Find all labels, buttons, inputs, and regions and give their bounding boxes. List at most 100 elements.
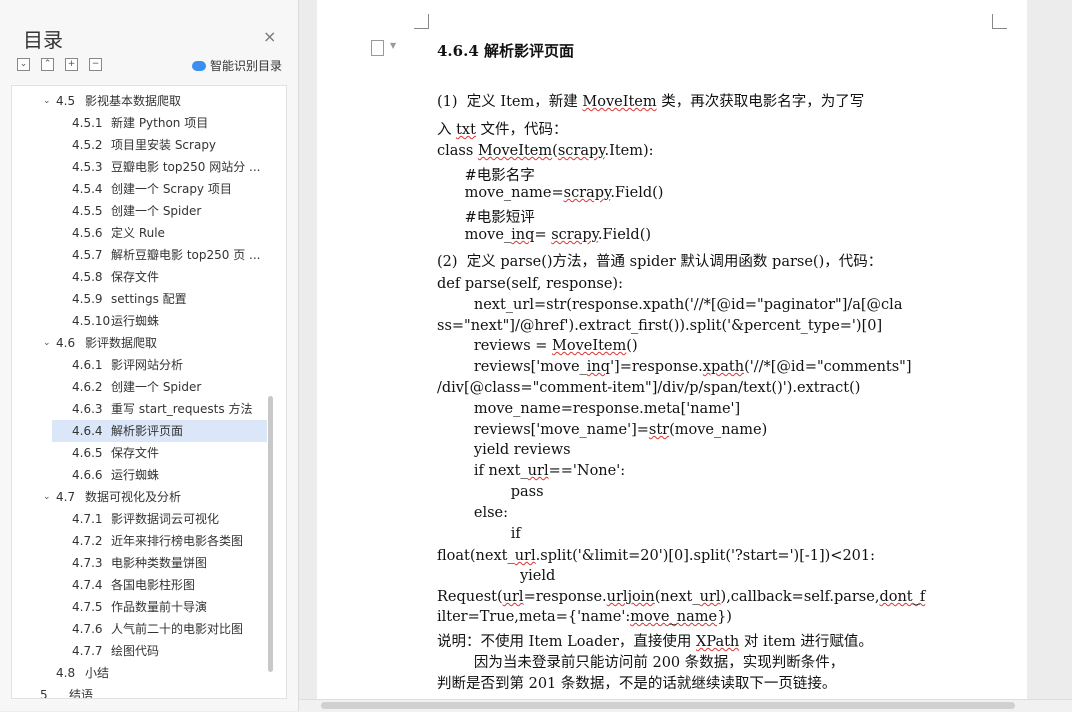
- toc-item-number: 4.5: [56, 94, 76, 108]
- toc-item[interactable]: ⌄ 4.6 影评数据爬取: [12, 332, 272, 354]
- toc-item[interactable]: 4.6.4 解析影评页面: [52, 420, 267, 442]
- toc-item[interactable]: 4.5.6 定义 Rule: [12, 222, 272, 244]
- toc-item[interactable]: 4.5.7 解析豆瓣电影 top250 页 ...: [12, 244, 272, 266]
- toc-item-number: 4.5.8: [72, 270, 103, 284]
- toc-item-number: 4.7.5: [72, 600, 103, 614]
- toc-item-number: 4.7.1: [72, 512, 103, 526]
- toc-item-label: 创建一个 Spider: [111, 380, 202, 394]
- toc-item[interactable]: 4.5.3 豆瓣电影 top250 网站分 ...: [12, 156, 272, 178]
- toc-item-number: 4.6.1: [72, 358, 103, 372]
- toc-item-label: 新建 Python 项目: [111, 116, 209, 130]
- document-line: 判断是否到第 201 条数据，不是的话就继续读取下一页链接。: [437, 676, 837, 692]
- scrollbar-thumb[interactable]: [321, 702, 1015, 709]
- expand-icon[interactable]: ⌄: [17, 58, 30, 71]
- toc-item-label: 保存文件: [111, 270, 160, 284]
- toc-item[interactable]: 4.6.3 重写 start_requests 方法: [12, 398, 272, 420]
- toc-item-label: 创建一个 Scrapy 项目: [111, 182, 232, 196]
- toc-scrollbar[interactable]: [268, 396, 273, 672]
- toc-item[interactable]: 4.7.6 人气前二十的电影对比图: [12, 618, 272, 640]
- toc-item-number: 4.5.9: [72, 292, 103, 306]
- toc-item-number: 4.6.4: [72, 424, 103, 438]
- document-line: #电影短评: [437, 210, 535, 226]
- document-line: move_name=response.meta['name']: [437, 401, 741, 417]
- toc-item[interactable]: 4.6.2 创建一个 Spider: [12, 376, 272, 398]
- toc-item[interactable]: 4.6.1 影评网站分析: [12, 354, 272, 376]
- toc-item[interactable]: 4.5.5 创建一个 Spider: [12, 200, 272, 222]
- toc-item[interactable]: 4.5.2 项目里安装 Scrapy: [12, 134, 272, 156]
- toc-item[interactable]: 4.6.5 保存文件: [12, 442, 272, 464]
- paragraph-icon[interactable]: [371, 40, 384, 56]
- collapse-icon[interactable]: ⌃: [41, 58, 54, 71]
- toc-item-number: 4.6.2: [72, 380, 103, 394]
- toc-item[interactable]: 4.8 小结: [12, 662, 272, 684]
- toc-item-number: 4.7.6: [72, 622, 103, 636]
- toc-item-number: 5: [40, 688, 48, 699]
- toc-item-number: 4.6.6: [72, 468, 103, 482]
- toc-item[interactable]: 4.5.9 settings 配置: [12, 288, 272, 310]
- toc-item[interactable]: 4.7.3 电影种类数量饼图: [12, 552, 272, 574]
- document-line: next_url=str(response.xpath('//*[@id="pa…: [437, 297, 903, 313]
- toc-item-number: 4.7.4: [72, 578, 103, 592]
- toc-item-label: 绘图代码: [111, 644, 160, 658]
- toc-item-label: 影视基本数据爬取: [85, 94, 182, 108]
- toc-item-number: 4.8: [56, 666, 76, 680]
- toc-item[interactable]: 4.7.2 近年来排行榜电影各类图: [12, 530, 272, 552]
- toc-item-number: 4.7.2: [72, 534, 103, 548]
- document-line: (1) 定义 Item，新建 MoveItem 类，再次获取电影名字，为了写: [437, 94, 865, 110]
- close-icon[interactable]: ×: [263, 27, 276, 46]
- toc-item[interactable]: 4.5.4 创建一个 Scrapy 项目: [12, 178, 272, 200]
- document-line: (2) 定义 parse()方法，普通 spider 默认调用函数 parse(…: [437, 254, 883, 270]
- document-line: class MoveItem(scrapy.Item):: [437, 143, 654, 159]
- document-line: yield reviews: [437, 442, 571, 458]
- toc-item-label: 影评数据词云可视化: [111, 512, 220, 526]
- toc-item-label: 影评数据爬取: [85, 336, 158, 350]
- chevron-down-icon[interactable]: ⌄: [43, 90, 51, 112]
- document-line: float(next_url.split('&limit=20')[0].spl…: [437, 548, 876, 564]
- toc-item-number: 4.5.1: [72, 116, 103, 130]
- document-line: if next_url=='None':: [437, 463, 626, 479]
- toc-item-number: 4.5.5: [72, 204, 103, 218]
- toc-item-label: 电影种类数量饼图: [111, 556, 208, 570]
- toc-item-number: 4.5.2: [72, 138, 103, 152]
- horizontal-scrollbar[interactable]: [299, 699, 1072, 712]
- toc-item-label: 各国电影柱形图: [111, 578, 196, 592]
- toc-item-label: 保存文件: [111, 446, 160, 460]
- toc-item[interactable]: 4.5.1 新建 Python 项目: [12, 112, 272, 134]
- document-line: move_name=scrapy.Field(): [437, 185, 664, 201]
- toc-item-label: 人气前二十的电影对比图: [111, 622, 244, 636]
- toc-item[interactable]: 4.5.10 运行蜘蛛: [12, 310, 272, 332]
- chevron-down-icon[interactable]: ⌄: [43, 486, 51, 508]
- document-line: reviews['move_inq']=response.xpath('//*[…: [437, 359, 912, 375]
- toc-tree: ⌄ 4.5 影视基本数据爬取 4.5.1 新建 Python 项目 4.5.2 项目里安装 …: [11, 85, 287, 699]
- toc-item-label: 重写 start_requests 方法: [111, 402, 253, 416]
- toc-title: 目录: [23, 28, 63, 52]
- toc-item-label: 作品数量前十导演: [111, 600, 208, 614]
- toc-item[interactable]: 4.7.1 影评数据词云可视化: [12, 508, 272, 530]
- toc-item-number: 4.5.6: [72, 226, 103, 240]
- toc-item[interactable]: 4.5.8 保存文件: [12, 266, 272, 288]
- crop-mark: [992, 14, 1007, 29]
- toc-item[interactable]: 4.6.6 运行蜘蛛: [12, 464, 272, 486]
- smart-toc-button[interactable]: 智能识别目录: [192, 57, 282, 74]
- toc-item-label: 小结: [85, 666, 110, 680]
- toc-item-label: 结语: [69, 688, 94, 699]
- toc-item-label: 项目里安装 Scrapy: [111, 138, 217, 152]
- document-line: /div[@class="comment-item"]/div/p/span/t…: [437, 380, 861, 396]
- document-line: 因为当未登录前只能访问前 200 条数据，实现判断条件，: [437, 655, 845, 671]
- toc-item-number: 4.5.10: [72, 314, 111, 328]
- add-icon[interactable]: +: [65, 58, 78, 71]
- toc-item[interactable]: ⌄ 4.5 影视基本数据爬取: [12, 90, 272, 112]
- toc-item[interactable]: 5 结语: [12, 684, 272, 699]
- toc-item-number: 4.6.3: [72, 402, 103, 416]
- toc-item-number: 4.7.7: [72, 644, 103, 658]
- toc-item[interactable]: 4.7.7 绘图代码: [12, 640, 272, 662]
- chevron-down-icon[interactable]: ▼: [390, 41, 396, 50]
- toc-item[interactable]: 4.7.4 各国电影柱形图: [12, 574, 272, 596]
- toc-item[interactable]: 4.7.5 作品数量前十导演: [12, 596, 272, 618]
- toc-item-label: 解析影评页面: [111, 424, 184, 438]
- remove-icon[interactable]: −: [89, 58, 102, 71]
- crop-mark: [414, 14, 429, 29]
- toc-item[interactable]: ⌄ 4.7 数据可视化及分析: [12, 486, 272, 508]
- chevron-down-icon[interactable]: ⌄: [43, 332, 51, 354]
- document-line: Request(url=response.urljoin(next_url),c…: [437, 589, 926, 605]
